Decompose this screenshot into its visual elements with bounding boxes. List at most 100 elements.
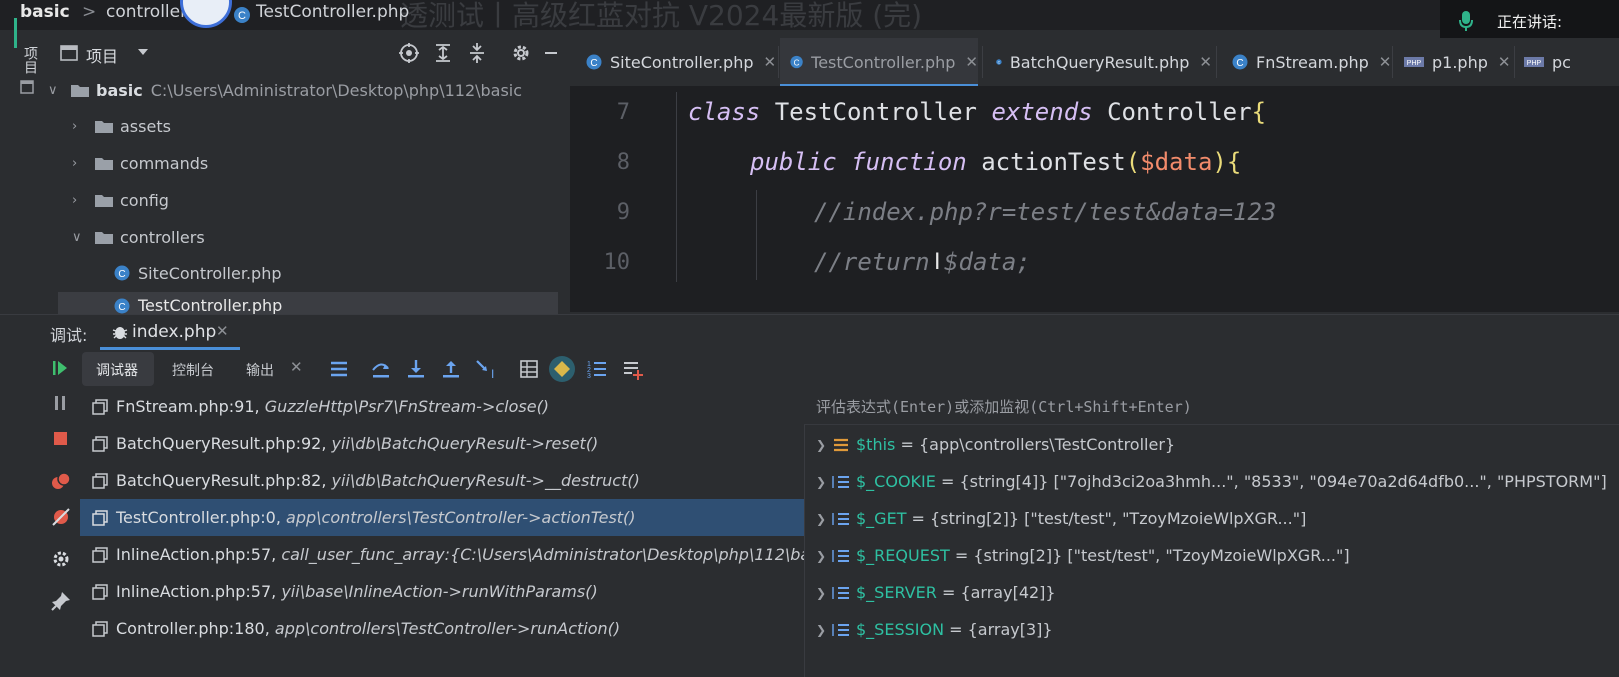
- variable-value: {array[3]}: [967, 620, 1053, 639]
- tree-file-testcontroller[interactable]: C TestController.php: [114, 290, 282, 314]
- tree-folder-commands[interactable]: › commands: [72, 145, 208, 181]
- gear-icon[interactable]: [50, 548, 72, 570]
- frame-row-selected[interactable]: TestController.php:0, app\controllers\Te…: [80, 499, 804, 536]
- tab-p1[interactable]: PHP p1.php ✕: [1404, 38, 1514, 86]
- breadcrumb-project[interactable]: basic: [20, 2, 70, 22]
- pause-icon[interactable]: [50, 394, 70, 412]
- hide-icon[interactable]: [540, 42, 562, 64]
- tab-pc[interactable]: PHP pc: [1524, 38, 1619, 86]
- chevron-down-icon[interactable]: ∨: [48, 83, 62, 98]
- tab-label: FnStream.php: [1256, 52, 1369, 72]
- frames-list-icon[interactable]: 123: [586, 358, 608, 380]
- frame-icon: [92, 583, 108, 600]
- variable-value: {string[4]} ["7ojhd3ci2oa3hmh...", "8533…: [959, 472, 1607, 491]
- chevron-down-icon[interactable]: ∨: [72, 230, 86, 245]
- tree-folder-assets[interactable]: › assets: [72, 108, 171, 144]
- frame-row[interactable]: Controller.php:180, app\controllers\Test…: [80, 610, 804, 647]
- tree-folder-label: commands: [120, 153, 209, 173]
- svg-text:C: C: [238, 10, 246, 22]
- folder-icon: [95, 157, 113, 170]
- evaluate-expression-icon[interactable]: [518, 358, 540, 380]
- chevron-right-icon[interactable]: ›: [72, 156, 86, 171]
- frame-row[interactable]: InlineAction.php:57, call_user_func_arra…: [80, 536, 804, 573]
- resume-icon[interactable]: [50, 358, 70, 378]
- close-icon[interactable]: ✕: [965, 53, 978, 71]
- param-variable: $data: [1140, 148, 1213, 176]
- svg-text:C: C: [590, 58, 597, 69]
- gear-icon[interactable]: [510, 42, 532, 64]
- view-breakpoints-icon[interactable]: [50, 470, 72, 492]
- chevron-right-icon[interactable]: ❯: [816, 438, 832, 452]
- close-icon[interactable]: ✕: [1199, 53, 1212, 71]
- parent-class: Controller: [1107, 98, 1252, 126]
- folder-icon: [71, 84, 89, 97]
- frame-row[interactable]: InlineAction.php:57, yii\base\InlineActi…: [80, 573, 804, 610]
- tree-root[interactable]: ∨ basic C:\Users\Administrator\Desktop\p…: [48, 72, 522, 108]
- frame-row[interactable]: BatchQueryResult.php:92, yii\db\BatchQue…: [80, 425, 804, 462]
- class-file-icon: C: [114, 265, 130, 281]
- project-panel-title[interactable]: 项目: [86, 43, 118, 67]
- tab-batchqueryresult[interactable]: C BatchQueryResult.php ✕: [996, 38, 1212, 86]
- frame-icon: [92, 620, 108, 637]
- step-into-icon[interactable]: [405, 358, 427, 380]
- subtab-output[interactable]: 输出: [246, 360, 274, 380]
- mute-breakpoints-icon[interactable]: [50, 506, 72, 528]
- line-number: 8: [616, 150, 630, 175]
- svg-text:C: C: [118, 302, 125, 313]
- chevron-down-icon[interactable]: [136, 46, 150, 58]
- variable-row[interactable]: ❯ $_GET = {string[2]} ["test/test", "Tzo…: [812, 500, 1612, 537]
- locate-icon[interactable]: [398, 42, 420, 64]
- tree-root-name: basic: [96, 80, 143, 100]
- tree-folder-controllers[interactable]: ∨ controllers: [72, 219, 205, 255]
- project-tool-tab[interactable]: 项目: [20, 46, 40, 74]
- tab-testcontroller[interactable]: C TestController.php ✕: [780, 38, 978, 86]
- chevron-right-icon[interactable]: ›: [72, 119, 86, 134]
- pin-icon[interactable]: [50, 590, 72, 612]
- chevron-right-icon[interactable]: ❯: [816, 586, 832, 600]
- stop-icon[interactable]: [50, 430, 70, 448]
- chevron-right-icon[interactable]: ❯: [816, 512, 832, 526]
- paren: ): [1212, 148, 1227, 176]
- close-icon[interactable]: ✕: [216, 322, 229, 340]
- array-icon: [832, 512, 849, 525]
- tree-file-label: TestController.php: [138, 296, 283, 314]
- tree-folder-config[interactable]: › config: [72, 182, 169, 218]
- close-icon[interactable]: ✕: [1498, 53, 1511, 71]
- frame-file: TestController.php:0,: [116, 508, 281, 527]
- subtab-console[interactable]: 控制台: [172, 360, 214, 380]
- code-line-9: //index.php?r=test/test&data=123: [814, 198, 1277, 226]
- chevron-right-icon[interactable]: ❯: [816, 549, 832, 563]
- step-out-icon[interactable]: [440, 358, 462, 380]
- chevron-right-icon[interactable]: ›: [72, 193, 86, 208]
- collapse-all-icon[interactable]: [466, 42, 488, 64]
- step-over-icon[interactable]: [370, 358, 392, 380]
- panel-divider[interactable]: [804, 388, 805, 677]
- chevron-right-icon[interactable]: ❯: [816, 623, 832, 637]
- structure-icon[interactable]: [20, 80, 34, 94]
- svg-text:3: 3: [587, 373, 591, 380]
- active-tool-indicator: [14, 18, 17, 48]
- frame-row[interactable]: FnStream.php:91, GuzzleHttp\Psr7\FnStrea…: [80, 388, 804, 425]
- chevron-right-icon[interactable]: ❯: [816, 475, 832, 489]
- close-icon[interactable]: ✕: [290, 358, 303, 376]
- variable-row[interactable]: ❯ $_SERVER = {array[42]}: [812, 574, 1612, 611]
- add-watch-icon[interactable]: [622, 358, 644, 380]
- variable-row[interactable]: ❯ $this = {app\controllers\TestControlle…: [812, 426, 1612, 463]
- variable-row[interactable]: ❯ $_COOKIE = {string[4]} ["7ojhd3ci2oa3h…: [812, 463, 1612, 500]
- variable-value: {app\controllers\TestController}: [918, 435, 1176, 454]
- variable-row[interactable]: ❯ $_SESSION = {array[3]}: [812, 611, 1612, 648]
- close-icon[interactable]: ✕: [1379, 53, 1392, 71]
- show-execution-point-icon[interactable]: [328, 358, 350, 380]
- variable-name: $_COOKIE: [856, 472, 936, 491]
- close-icon[interactable]: ✕: [764, 53, 777, 71]
- expand-all-icon[interactable]: [432, 42, 454, 64]
- tree-file-sitecontroller[interactable]: C SiteController.php: [114, 255, 282, 291]
- inline-values-icon[interactable]: [548, 355, 576, 383]
- array-icon: [832, 623, 849, 636]
- tab-fnstream[interactable]: C FnStream.php ✕: [1232, 38, 1392, 86]
- run-to-cursor-icon[interactable]: I: [474, 358, 498, 380]
- variable-row[interactable]: ❯ $_REQUEST = {string[2]} ["test/test", …: [812, 537, 1612, 574]
- frame-row[interactable]: BatchQueryResult.php:82, yii\db\BatchQue…: [80, 462, 804, 499]
- tab-sitecontroller[interactable]: C SiteController.php ✕: [582, 38, 782, 86]
- breadcrumb-file[interactable]: TestController.php: [256, 2, 409, 22]
